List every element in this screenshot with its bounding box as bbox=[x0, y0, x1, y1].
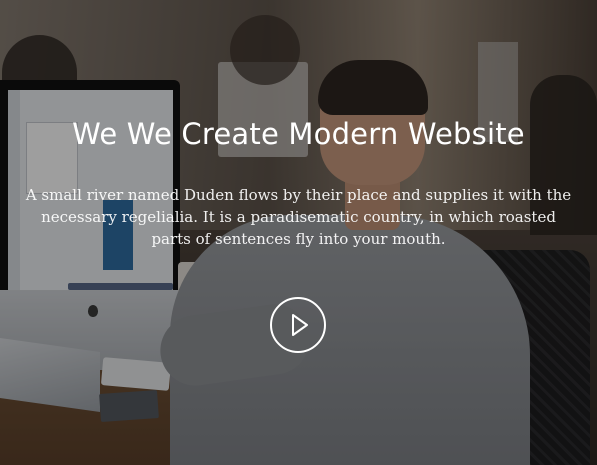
hero-content: We We Create Modern Website A small rive… bbox=[0, 0, 597, 465]
hero-title: We We Create Modern Website bbox=[72, 117, 525, 151]
play-circle-icon bbox=[292, 314, 308, 336]
play-video-button[interactable] bbox=[270, 297, 326, 353]
hero-subtitle: A small river named Duden flows by their… bbox=[25, 186, 572, 248]
hero-section: We We Create Modern Website A small rive… bbox=[0, 0, 597, 465]
